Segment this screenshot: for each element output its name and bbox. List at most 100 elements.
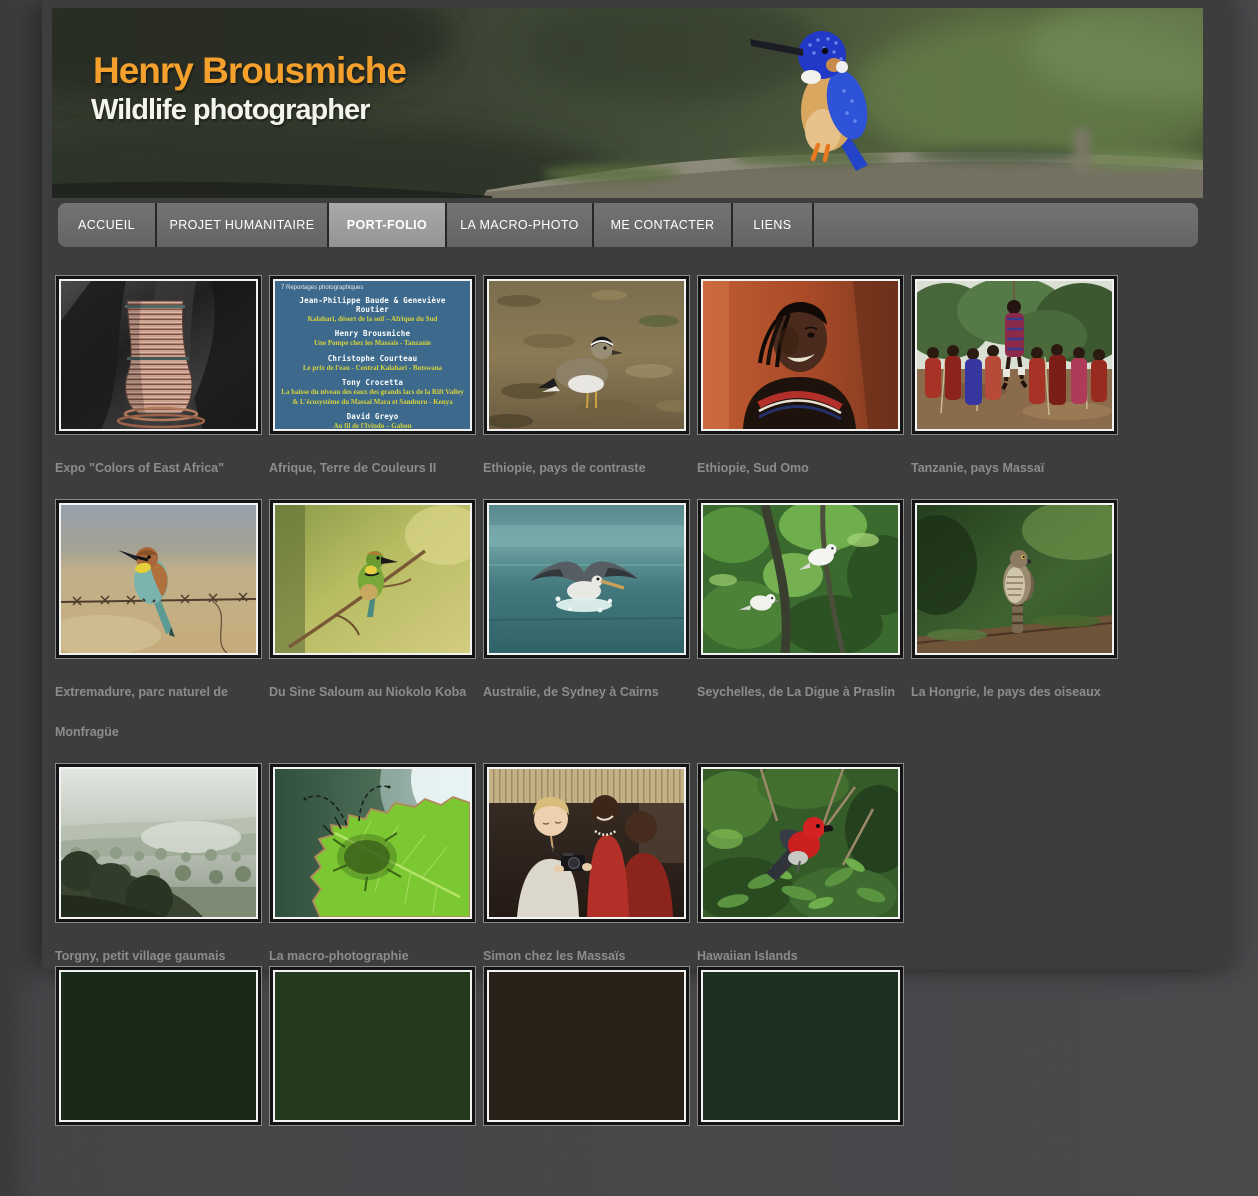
thumbnail-ethiopie-contraste[interactable] bbox=[483, 275, 690, 435]
thumbnail-caption[interactable]: La Hongrie, le pays des oiseaux bbox=[911, 672, 1135, 712]
thumbnail-macro[interactable] bbox=[269, 763, 476, 923]
photo-little-beeeater bbox=[275, 505, 470, 653]
thumbnail-frame bbox=[487, 503, 686, 655]
photo-red-bird bbox=[703, 769, 898, 917]
thumbnail-sine-saloum[interactable] bbox=[269, 499, 476, 659]
photo-white-doves bbox=[703, 505, 898, 653]
nav-item-liens[interactable]: LIENS bbox=[733, 203, 814, 247]
photo-hawk bbox=[917, 505, 1112, 653]
thumbnail-frame bbox=[701, 767, 900, 919]
photo-copper-coil bbox=[61, 281, 256, 429]
thumbnail-extremadure[interactable] bbox=[55, 499, 262, 659]
portfolio-item-next-row bbox=[697, 966, 904, 1196]
photo-kids-camera bbox=[489, 769, 684, 917]
thumbnail-torgny[interactable] bbox=[55, 763, 262, 923]
main-navigation: ACCUEIL PROJET HUMANITAIRE PORT-FOLIO LA… bbox=[58, 203, 1198, 247]
thumbnail-frame bbox=[701, 970, 900, 1122]
poster-detail: La baisse du niveau des eaux des grands … bbox=[281, 388, 464, 407]
photo-omo-portrait bbox=[703, 281, 898, 429]
portfolio-item-simon: Simon chez les Massaïs bbox=[483, 763, 690, 993]
poster-name: Tony Crocetta bbox=[281, 378, 464, 387]
thumbnail-frame bbox=[487, 767, 686, 919]
thumbnail-expo-colors[interactable] bbox=[55, 275, 262, 435]
thumbnail-caption[interactable]: Seychelles, de La Digue à Praslin bbox=[697, 672, 921, 712]
thumbnail-hawaiian[interactable] bbox=[697, 763, 904, 923]
poster-detail: Le prix de l'eau - Central Kalahari - Bo… bbox=[281, 364, 464, 373]
thumbnail-frame bbox=[59, 279, 258, 431]
portfolio-item-expo-colors: Expo "Colors of East Africa" bbox=[55, 275, 262, 505]
photo-plover-bird bbox=[489, 281, 684, 429]
thumbnail-frame bbox=[273, 767, 472, 919]
photo-beeeater-wire bbox=[61, 505, 256, 653]
poster-name: Henry Brousmiche bbox=[281, 329, 464, 338]
portfolio-item-sine-saloum: Du Sine Saloum au Niokolo Koba bbox=[269, 499, 476, 729]
site-title: Henry Brousmiche bbox=[93, 50, 406, 92]
thumbnail-caption[interactable]: Australie, de Sydney à Cairns bbox=[483, 672, 707, 712]
portfolio-item-torgny: Torgny, petit village gaumais bbox=[55, 763, 262, 993]
thumbnail-hongrie[interactable] bbox=[911, 499, 1118, 659]
poster-note: 7 Reportages photographiques bbox=[281, 285, 464, 291]
poster-name: David Greyo bbox=[281, 412, 464, 421]
nav-item-accueil[interactable]: ACCUEIL bbox=[58, 203, 157, 247]
portfolio-item-australie: Australie, de Sydney à Cairns bbox=[483, 499, 690, 729]
thumbnail-simon[interactable] bbox=[483, 763, 690, 923]
poster-detail: Une Pompe chez les Massaïs - Tanzanie bbox=[281, 339, 464, 348]
photo-misty-village bbox=[61, 769, 256, 917]
photo-massai-dance bbox=[917, 281, 1112, 429]
thumbnail-frame bbox=[701, 503, 900, 655]
thumbnail-frame bbox=[915, 279, 1114, 431]
nav-item-me-contacter[interactable]: ME CONTACTER bbox=[594, 203, 733, 247]
thumbnail-frame bbox=[59, 767, 258, 919]
thumbnail-frame bbox=[273, 970, 472, 1122]
thumbnail-caption[interactable]: Tanzanie, pays Massaï bbox=[911, 448, 1135, 488]
thumbnail-frame bbox=[701, 279, 900, 431]
portfolio-item-next-row bbox=[483, 966, 690, 1196]
nav-item-projet-humanitaire[interactable]: PROJET HUMANITAIRE bbox=[157, 203, 329, 247]
poster-name: Christophe Courteau bbox=[281, 354, 464, 363]
thumbnail-caption[interactable]: Afrique, Terre de Couleurs II bbox=[269, 448, 493, 488]
thumbnail-frame bbox=[273, 503, 472, 655]
site-subtitle: Wildlife photographer bbox=[91, 94, 369, 127]
thumbnail-afrique-couleurs[interactable]: 7 Reportages photographiques Jean-Philip… bbox=[269, 275, 476, 435]
thumbnail-australie[interactable] bbox=[483, 499, 690, 659]
thumbnail-sud-omo[interactable] bbox=[697, 275, 904, 435]
portfolio-item-hawaiian: Hawaiian Islands bbox=[697, 763, 904, 993]
thumbnail-next-row[interactable] bbox=[697, 966, 904, 1126]
poster-detail: Au fil de l'Ivindo – Gabon bbox=[281, 422, 464, 429]
thumbnail-frame bbox=[59, 970, 258, 1122]
thumbnail-frame bbox=[59, 503, 258, 655]
thumbnail-caption[interactable]: Ethiopie, Sud Omo bbox=[697, 448, 921, 488]
photo-pelican-landing bbox=[489, 505, 684, 653]
poster-name: Jean-Philippe Baude & Geneviève Routier bbox=[281, 296, 464, 314]
thumbnail-caption[interactable]: Du Sine Saloum au Niokolo Koba bbox=[269, 672, 493, 712]
thumbnail-tanzanie-massai[interactable] bbox=[911, 275, 1118, 435]
thumbnail-frame bbox=[487, 970, 686, 1122]
portfolio-item-seychelles: Seychelles, de La Digue à Praslin bbox=[697, 499, 904, 729]
portfolio-item-next-row bbox=[269, 966, 476, 1196]
nav-item-macro-photo[interactable]: LA MACRO-PHOTO bbox=[447, 203, 594, 247]
page-wrapper: Henry Brousmiche Wildlife photographer A… bbox=[42, 0, 1228, 969]
nav-filler bbox=[814, 203, 1198, 247]
portfolio-item-ethiopie-contraste: Ethiopie, pays de contraste bbox=[483, 275, 690, 505]
expo-poster: 7 Reportages photographiques Jean-Philip… bbox=[275, 281, 470, 429]
thumbnail-next-row[interactable] bbox=[55, 966, 262, 1126]
thumbnail-frame bbox=[915, 503, 1114, 655]
portfolio-item-extremadure: Extremadure, parc naturel de Monfragüe bbox=[55, 499, 262, 729]
portfolio-item-afrique-couleurs: 7 Reportages photographiques Jean-Philip… bbox=[269, 275, 476, 505]
portfolio-item-sud-omo: Ethiopie, Sud Omo bbox=[697, 275, 904, 505]
portfolio-item-hongrie: La Hongrie, le pays des oiseaux bbox=[911, 499, 1118, 729]
portfolio-item-next-row bbox=[55, 966, 262, 1196]
thumbnail-caption[interactable]: Extremadure, parc naturel de Monfragüe bbox=[55, 672, 260, 752]
portfolio-item-tanzanie-massai: Tanzanie, pays Massaï bbox=[911, 275, 1118, 505]
thumbnail-caption[interactable]: Ethiopie, pays de contraste bbox=[483, 448, 707, 488]
photo-leaf-macro bbox=[275, 769, 470, 917]
thumbnail-next-row[interactable] bbox=[483, 966, 690, 1126]
thumbnail-caption[interactable]: Expo "Colors of East Africa" bbox=[55, 448, 279, 488]
thumbnail-seychelles[interactable] bbox=[697, 499, 904, 659]
portfolio-item-macro: La macro-photographie bbox=[269, 763, 476, 993]
nav-item-portfolio[interactable]: PORT-FOLIO bbox=[329, 203, 447, 247]
poster-detail: Kalahari, désert de la soif – Afrique du… bbox=[281, 315, 464, 324]
thumbnail-next-row[interactable] bbox=[269, 966, 476, 1126]
thumbnail-frame: 7 Reportages photographiques Jean-Philip… bbox=[273, 279, 472, 431]
header-banner-photo: Henry Brousmiche Wildlife photographer bbox=[52, 8, 1203, 198]
